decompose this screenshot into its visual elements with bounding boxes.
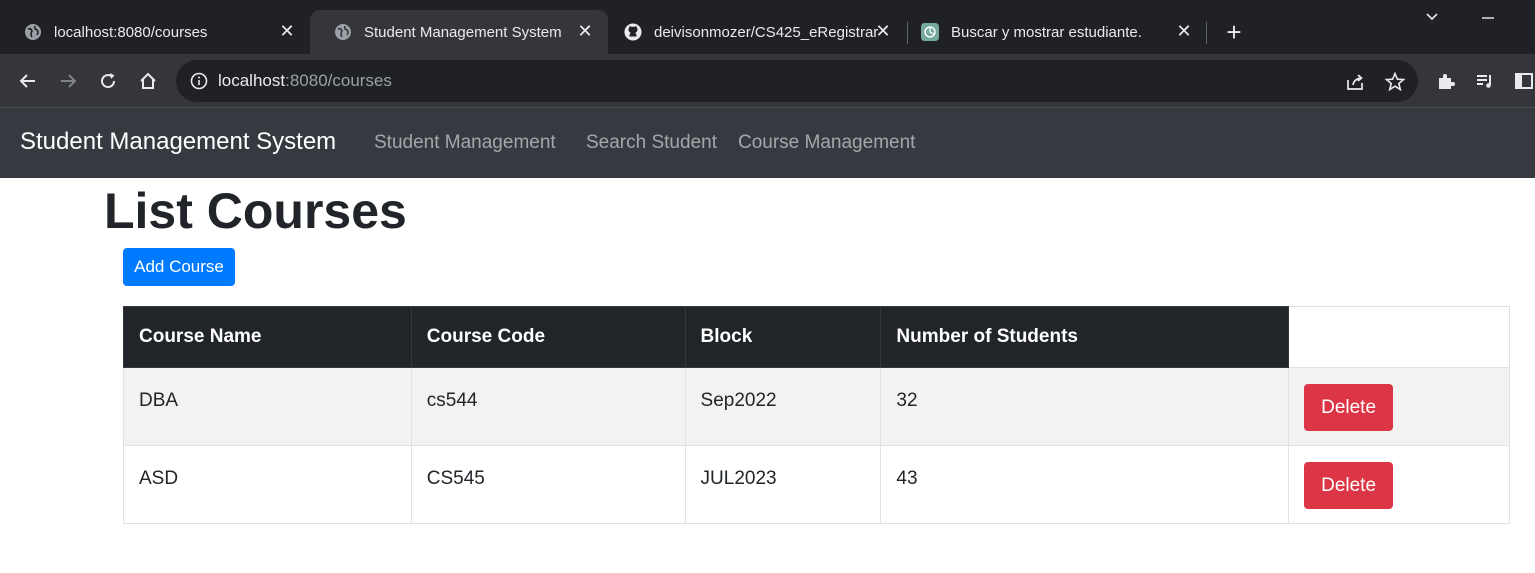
nav-link-search-student[interactable]: Search Student bbox=[586, 132, 717, 154]
tab-search-chevron-icon[interactable] bbox=[1418, 8, 1446, 32]
github-icon bbox=[624, 23, 642, 41]
nav-link-student-management[interactable]: Student Management bbox=[374, 132, 556, 154]
tab-title: Buscar y mostrar estudiante. bbox=[951, 23, 1142, 41]
browser-toolbar: localhost:8080/courses bbox=[0, 54, 1535, 108]
cell-number-of-students: 32 bbox=[880, 367, 1290, 446]
media-queue-icon[interactable] bbox=[1471, 67, 1499, 95]
browser-tab-strip: localhost:8080/courses ✕ Student Managem… bbox=[0, 0, 1535, 54]
table-row: DBA cs544 Sep2022 32 Delete bbox=[123, 367, 1510, 446]
cell-actions: Delete bbox=[1288, 367, 1510, 446]
column-header-number-of-students: Number of Students bbox=[880, 306, 1290, 368]
bookmark-star-icon[interactable] bbox=[1384, 71, 1406, 93]
tab-title: deivisonmozer/CS425_eRegistrar bbox=[654, 23, 879, 41]
cell-course-name: ASD bbox=[123, 445, 412, 524]
side-panel-icon[interactable] bbox=[1510, 67, 1535, 95]
cell-number-of-students: 43 bbox=[880, 445, 1290, 524]
globe-icon bbox=[24, 23, 42, 41]
cell-actions: Delete bbox=[1288, 445, 1510, 524]
close-tab-icon[interactable]: ✕ bbox=[278, 22, 296, 40]
tab-title: localhost:8080/courses bbox=[54, 23, 208, 41]
forward-arrow-icon[interactable] bbox=[54, 67, 82, 95]
column-header-course-name: Course Name bbox=[123, 306, 412, 368]
home-icon[interactable] bbox=[134, 67, 162, 95]
extensions-puzzle-icon[interactable] bbox=[1432, 67, 1460, 95]
browser-tab-active[interactable]: Student Management System ✕ bbox=[310, 10, 608, 54]
tab-divider bbox=[1206, 22, 1207, 44]
page-title: List Courses bbox=[104, 183, 407, 239]
share-icon[interactable] bbox=[1344, 71, 1366, 93]
cell-course-name: DBA bbox=[123, 367, 412, 446]
cell-block: JUL2023 bbox=[684, 445, 882, 524]
minimize-window-icon[interactable] bbox=[1474, 8, 1502, 32]
address-url: localhost:8080/courses bbox=[218, 71, 392, 91]
navbar-brand[interactable]: Student Management System bbox=[20, 128, 336, 156]
cell-course-code: CS545 bbox=[410, 445, 686, 524]
browser-tab-courses[interactable]: localhost:8080/courses ✕ bbox=[0, 10, 310, 54]
delete-button[interactable]: Delete bbox=[1304, 462, 1394, 509]
table-row: ASD CS545 JUL2023 43 Delete bbox=[123, 445, 1510, 524]
browser-tab-chatgpt[interactable]: Buscar y mostrar estudiante. ✕ bbox=[897, 10, 1207, 54]
info-icon[interactable] bbox=[190, 72, 208, 90]
nav-link-course-management[interactable]: Course Management bbox=[738, 132, 915, 154]
column-header-course-code: Course Code bbox=[410, 306, 686, 368]
cell-block: Sep2022 bbox=[684, 367, 882, 446]
reload-icon[interactable] bbox=[94, 67, 122, 95]
courses-table: Course Name Course Code Block Number of … bbox=[123, 306, 1510, 524]
column-header-block: Block bbox=[684, 306, 882, 368]
table-header-row: Course Name Course Code Block Number of … bbox=[123, 306, 1510, 368]
cell-course-code: cs544 bbox=[410, 367, 686, 446]
new-tab-plus-icon[interactable]: + bbox=[1220, 18, 1248, 46]
column-header-actions bbox=[1288, 306, 1510, 368]
back-arrow-icon[interactable] bbox=[14, 67, 42, 95]
address-bar[interactable]: localhost:8080/courses bbox=[176, 60, 1418, 102]
chatgpt-icon bbox=[921, 23, 939, 41]
url-path: :8080/courses bbox=[285, 71, 392, 90]
tab-title: Student Management System bbox=[364, 23, 562, 41]
browser-tab-github[interactable]: deivisonmozer/CS425_eRegistrar ✕ bbox=[600, 10, 906, 54]
close-tab-icon[interactable]: ✕ bbox=[1175, 22, 1193, 40]
close-tab-icon[interactable]: ✕ bbox=[874, 22, 892, 40]
app-navbar: Student Management System Student Manage… bbox=[0, 108, 1535, 178]
close-tab-icon[interactable]: ✕ bbox=[576, 22, 594, 40]
url-host: localhost bbox=[218, 71, 286, 90]
globe-icon bbox=[334, 23, 352, 41]
delete-button[interactable]: Delete bbox=[1304, 384, 1394, 431]
add-course-button[interactable]: Add Course bbox=[123, 248, 235, 286]
